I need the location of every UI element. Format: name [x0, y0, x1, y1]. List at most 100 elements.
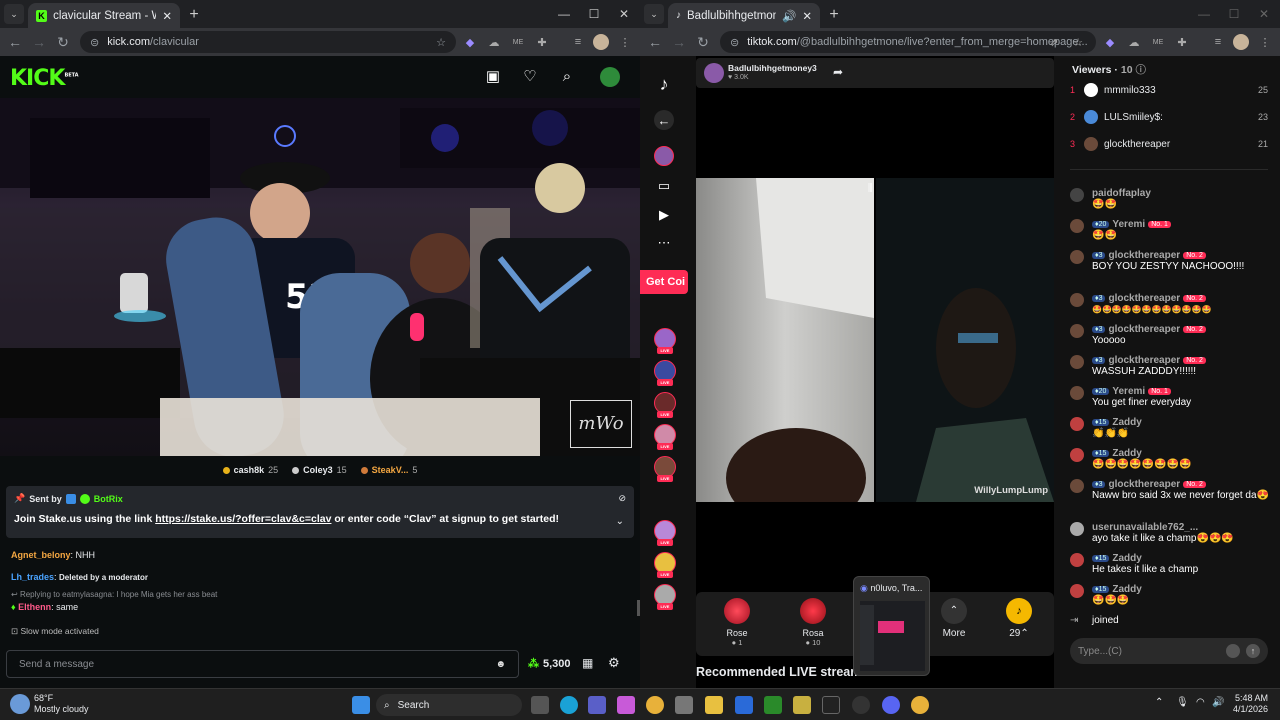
cloud-extension-icon[interactable]: ☁: [486, 34, 502, 50]
address-bar[interactable]: ⊜ tiktok.com/@badlulbihhgetmone/live?ent…: [720, 31, 1096, 53]
back-icon[interactable]: ←: [3, 34, 27, 50]
bot-name[interactable]: BotRix: [94, 494, 123, 504]
comment-username[interactable]: Zaddy: [1112, 553, 1141, 564]
weather-widget[interactable]: 68°F Mostly cloudy: [34, 693, 89, 715]
following-feed-icon[interactable]: ▶: [654, 205, 674, 225]
close-tab-icon[interactable]: ✕: [162, 9, 172, 23]
comment-username[interactable]: glockthereaper: [1108, 324, 1180, 335]
tab-tiktok[interactable]: ♪ Badlulbihhgetmoney3 (@b 🔊 ✕: [668, 3, 820, 28]
task-view-icon[interactable]: [531, 696, 549, 714]
chrome-icon[interactable]: [646, 696, 664, 714]
comment-username[interactable]: userunavailable762_...: [1092, 522, 1198, 533]
supporter-item[interactable]: SteakV... 5: [360, 465, 417, 475]
menu-kebab-icon[interactable]: ⋮: [1257, 34, 1273, 50]
unpin-icon[interactable]: ⊘: [618, 493, 626, 504]
host-header-avatar[interactable]: [704, 63, 724, 83]
cloud-extension-icon[interactable]: ☁: [1126, 34, 1142, 50]
comment-username[interactable]: Zaddy: [1112, 417, 1141, 428]
puzzle-icon[interactable]: ✚: [1174, 34, 1190, 50]
gift-rosa[interactable]: Rosa ● 10: [788, 598, 838, 647]
weather-icon[interactable]: [10, 694, 30, 714]
tab-kick[interactable]: K clavicular Stream - Watch Live o ✕: [28, 3, 180, 28]
get-coins-button[interactable]: Get Coi: [640, 270, 688, 294]
chrome-icon[interactable]: [911, 696, 929, 714]
xbox-icon[interactable]: [764, 696, 782, 714]
top-viewer-row[interactable]: 2 LULSmiiley$: 23: [1070, 108, 1268, 126]
stream-video[interactable]: 52 mWo: [0, 98, 640, 456]
live-channel-avatar[interactable]: LIVE: [654, 424, 676, 450]
profile-avatar[interactable]: [593, 34, 609, 50]
kick-logo[interactable]: KICKBETA: [10, 66, 79, 91]
reload-icon[interactable]: ↻: [691, 34, 715, 51]
maximize-button[interactable]: ☐: [1219, 0, 1249, 28]
steam-icon[interactable]: [852, 696, 870, 714]
send-message-input[interactable]: Send a message ☻: [6, 650, 519, 678]
more-gifts-button[interactable]: ⌃ More: [929, 598, 979, 639]
emoji-icon[interactable]: ☻: [495, 659, 506, 670]
app-icon[interactable]: [735, 696, 753, 714]
supporter-item[interactable]: cash8k 25: [222, 465, 278, 475]
chevron-up-icon[interactable]: ⌃: [1155, 697, 1163, 708]
close-window-button[interactable]: ✕: [1249, 0, 1279, 28]
heart-icon[interactable]: ♡: [521, 68, 539, 86]
comment-username[interactable]: glockthereaper: [1108, 355, 1180, 366]
more-dots-icon[interactable]: ⋯: [654, 233, 674, 253]
live-channel-avatar[interactable]: LIVE: [654, 328, 676, 354]
host-video-pane[interactable]: [696, 178, 874, 528]
comment-username[interactable]: glockthereaper: [1108, 479, 1180, 490]
back-icon[interactable]: ←: [643, 34, 667, 50]
following-icon[interactable]: ▣: [484, 68, 502, 86]
send-arrow-icon[interactable]: ↑: [1246, 644, 1260, 658]
host-name[interactable]: Badlulbihhgetmoney3: [728, 63, 817, 73]
emoji-icon[interactable]: [1226, 644, 1240, 658]
app-icon[interactable]: [793, 696, 811, 714]
comment-username[interactable]: Yeremi: [1112, 386, 1145, 397]
stake-link[interactable]: https://stake.us/?offer=clav&c=clav: [155, 513, 331, 525]
gift-icon[interactable]: ▦: [582, 656, 593, 670]
user-avatar[interactable]: [600, 67, 620, 87]
minimize-button[interactable]: —: [549, 0, 579, 28]
me-extension-icon[interactable]: ME: [510, 34, 526, 50]
back-arrow-icon[interactable]: ←: [654, 110, 674, 130]
extension-icon[interactable]: ◆: [1102, 34, 1118, 50]
channel-points[interactable]: ⁂ 5,300: [528, 657, 571, 671]
puzzle-icon[interactable]: ✚: [534, 34, 550, 50]
forward-icon[interactable]: →: [27, 34, 51, 50]
extension-icon[interactable]: ◆: [462, 34, 478, 50]
microphone-icon[interactable]: 🎙: [1176, 697, 1189, 708]
top-viewer-row[interactable]: 1 mmmilo333 25: [1070, 81, 1268, 99]
menu-kebab-icon[interactable]: ⋮: [617, 34, 633, 50]
live-channel-avatar[interactable]: LIVE: [654, 552, 676, 578]
settings-gear-icon[interactable]: ⚙: [608, 655, 620, 671]
site-info-icon[interactable]: ⊜: [730, 36, 739, 49]
gift-rose[interactable]: Rose ● 1: [712, 598, 762, 647]
teams-icon[interactable]: [588, 696, 606, 714]
open-in-new-icon[interactable]: ⇗: [1046, 34, 1062, 50]
reading-list-icon[interactable]: ≡: [570, 34, 586, 50]
taskbar-search[interactable]: ⌕ Search: [376, 694, 522, 716]
copilot-icon[interactable]: [617, 696, 635, 714]
supporter-item[interactable]: Coley3 15: [292, 465, 347, 475]
edge-icon[interactable]: [560, 696, 578, 714]
forward-icon[interactable]: →: [667, 34, 691, 50]
live-channel-avatar[interactable]: LIVE: [654, 584, 676, 610]
reload-icon[interactable]: ↻: [51, 34, 75, 51]
bookmark-star-icon[interactable]: ☆: [1070, 34, 1086, 50]
live-channel-avatar[interactable]: LIVE: [654, 360, 676, 386]
new-tab-button[interactable]: +: [824, 5, 844, 25]
search-icon[interactable]: ⌕: [558, 68, 576, 86]
live-channel-avatar[interactable]: LIVE: [654, 392, 676, 418]
volume-icon[interactable]: 🔊: [1212, 697, 1224, 708]
comment-username[interactable]: Zaddy: [1112, 448, 1141, 459]
clock[interactable]: 5:48 AM 4/1/2026: [1230, 693, 1268, 715]
start-windows-icon[interactable]: [352, 696, 370, 714]
tiktok-logo-icon[interactable]: ♪: [654, 74, 674, 94]
profile-avatar[interactable]: [1233, 34, 1249, 50]
site-info-icon[interactable]: ⊜: [90, 36, 99, 49]
epic-games-icon[interactable]: [822, 696, 840, 714]
comment-username[interactable]: Yeremi: [1112, 219, 1145, 230]
me-extension-icon[interactable]: ME: [1150, 34, 1166, 50]
tab-search-button[interactable]: ⌄: [644, 4, 664, 24]
live-channel-avatar[interactable]: LIVE: [654, 520, 676, 546]
tab-search-button[interactable]: ⌄: [4, 4, 24, 24]
